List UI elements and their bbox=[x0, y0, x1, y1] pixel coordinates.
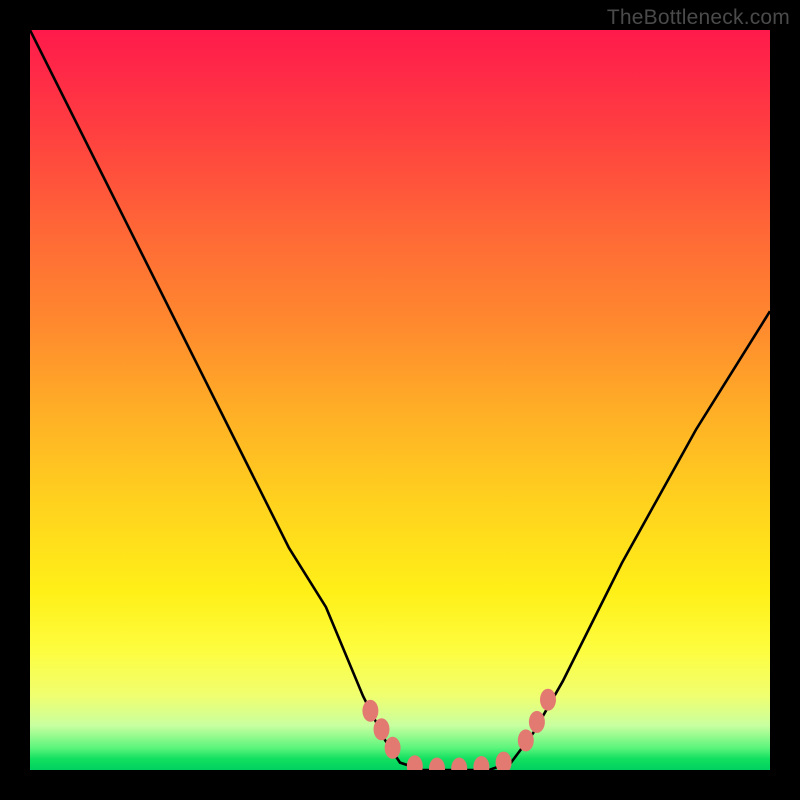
marker-bottom-5 bbox=[496, 752, 512, 770]
marker-left-cluster-1 bbox=[362, 700, 378, 722]
bottleneck-curve bbox=[30, 30, 770, 770]
plot-area bbox=[30, 30, 770, 770]
curve-layer bbox=[30, 30, 770, 770]
marker-bottom-1 bbox=[407, 755, 423, 770]
marker-right-cluster-3 bbox=[540, 689, 556, 711]
marker-left-cluster-3 bbox=[385, 737, 401, 759]
chart-frame: TheBottleneck.com bbox=[0, 0, 800, 800]
marker-bottom-3 bbox=[451, 758, 467, 771]
marker-right-cluster-1 bbox=[518, 729, 534, 751]
marker-bottom-2 bbox=[429, 758, 445, 771]
attribution-text: TheBottleneck.com bbox=[607, 6, 790, 30]
curve-markers bbox=[362, 689, 556, 770]
marker-right-cluster-2 bbox=[529, 711, 545, 733]
marker-bottom-4 bbox=[473, 756, 489, 770]
marker-left-cluster-2 bbox=[374, 718, 390, 740]
